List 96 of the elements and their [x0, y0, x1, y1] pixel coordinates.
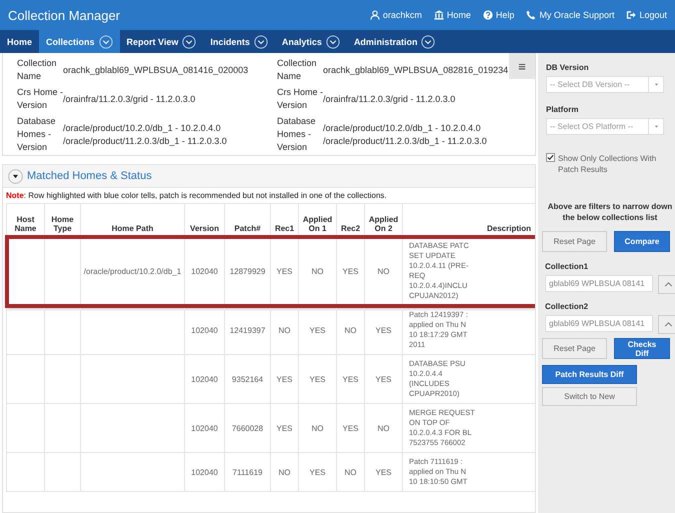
table-cell: YES — [309, 326, 326, 334]
reset-button[interactable]: Reset Page — [542, 231, 607, 252]
nav-tab[interactable]: Report View — [120, 30, 204, 53]
nav-tab[interactable]: Administration — [346, 30, 442, 53]
collection-field[interactable]: gblabl69 WPLBSUA 08141 — [545, 315, 653, 332]
select-field[interactable]: -- Select OS Platform -- — [546, 118, 664, 135]
table-cell: NO — [344, 468, 356, 476]
collection-field[interactable]: gblabl69 WPLBSUA 08141 — [545, 275, 653, 292]
filter-note: Above are filters to narrow down the below collections list — [546, 201, 674, 223]
table-cell: NO — [278, 326, 290, 334]
collapse-toggle-icon[interactable] — [8, 168, 23, 184]
field-label: Collection1 — [545, 262, 590, 271]
field-value: /orainfra/11.2.0.3/grid - 11.2.0.3.0 — [323, 93, 456, 106]
table-cell: 102040 — [191, 424, 218, 432]
action-button[interactable]: Switch to New — [542, 387, 637, 406]
checks-diff-button[interactable]: Checks Diff — [614, 338, 670, 359]
table-cell: 9352164 — [232, 374, 264, 384]
table-cell: YES — [276, 374, 292, 384]
home-icon — [434, 10, 444, 20]
table-cell: NO — [312, 424, 324, 432]
column-header: Version — [184, 204, 224, 236]
checkbox[interactable] — [546, 153, 555, 162]
field-label: Crs Home - Version — [277, 86, 323, 112]
nav-tab[interactable]: Analytics — [274, 30, 347, 53]
header-link[interactable]: Home — [434, 10, 471, 20]
table-cell: 7111619 — [232, 468, 262, 476]
app-title: Collection Manager — [8, 8, 120, 22]
field-label: Collection2 — [545, 302, 590, 311]
table-cell: YES — [342, 424, 358, 432]
field-value: /oracle/product/10.2.0/db_1 - 10.2.0.4.0 — [323, 122, 482, 134]
field-label: Database Homes - Version — [277, 115, 317, 154]
table-cell: YES — [276, 424, 292, 432]
table-cell: NO — [378, 266, 390, 276]
header-link[interactable]: Logout — [626, 10, 667, 20]
phone-icon — [526, 10, 536, 20]
field-value: orachk_gblabl69_WPLBSUA_081416_020003 — [63, 64, 248, 76]
nav-tab[interactable]: Collections — [39, 30, 120, 53]
table-cell: YES — [375, 326, 392, 334]
note-text: Note: Row highlighted with blue color tells, patch is recommended but not installed in one of the collections. — [5, 190, 388, 202]
table-cell: 102040 — [191, 326, 218, 334]
table-cell: YES — [342, 266, 358, 276]
caret-up-icon — [664, 322, 672, 327]
header-link[interactable]: Help — [482, 10, 514, 20]
field-value: /oracle/product/11.2.0.3/db_1 - 11.2.0.3.0 — [323, 134, 487, 148]
field-label: Collection Name — [17, 57, 58, 83]
table-cell: NO — [344, 326, 356, 334]
column-header: Applied On 1 — [298, 204, 336, 236]
column-header: Home Type — [44, 204, 80, 236]
caret-up-icon — [664, 282, 672, 287]
dropdown-arrow-icon — [654, 124, 658, 129]
table-cell: 12419397 — [230, 326, 266, 334]
help-icon — [482, 10, 493, 20]
user-icon — [370, 10, 380, 20]
table-cell: 102040 — [191, 468, 218, 476]
table-cell: 7660028 — [232, 424, 264, 432]
column-header: Home Path — [80, 204, 184, 236]
section-title: Matched Homes & Status — [27, 170, 152, 182]
checkbox-label: Show Only Collections With Patch Results — [558, 153, 658, 175]
field-value: orachk_gblabl69_WPLBSUA_082816_019234 — [323, 64, 508, 76]
field-label: DB Version — [546, 63, 590, 72]
table-cell: NO — [312, 266, 324, 276]
reset-button[interactable]: Reset Page — [542, 338, 607, 359]
nav-tab[interactable]: Home — [0, 30, 40, 53]
nav-tab[interactable]: Incidents — [203, 30, 275, 53]
column-header: Rec2 — [336, 204, 364, 236]
select-field[interactable]: -- Select DB Version -- — [546, 76, 664, 93]
table-cell: /oracle/product/10.2.0/db_1 — [84, 266, 182, 276]
table-cell: NO — [278, 468, 290, 476]
field-value: /oracle/product/10.2.0/db_1 - 10.2.0.4.0 — [63, 122, 222, 134]
table-cell: YES — [276, 266, 292, 276]
table-cell: 102040 — [191, 374, 218, 384]
header-link[interactable]: My Oracle Support — [526, 10, 614, 20]
field-value: /oracle/product/11.2.0.3/db_1 - 11.2.0.3.0 — [63, 134, 227, 148]
field-label: Database Homes - Version — [17, 115, 57, 154]
column-header: Applied On 2 — [364, 204, 402, 236]
table-cell: 12879929 — [230, 266, 266, 276]
dropdown-arrow-icon — [654, 82, 658, 87]
column-header: Patch# — [224, 204, 270, 236]
compare-button[interactable]: Compare — [614, 231, 670, 252]
table-cell: YES — [309, 468, 326, 476]
logout-icon — [626, 10, 636, 20]
field-label: Collection Name — [277, 57, 318, 83]
menu-button[interactable]: ≡ — [509, 53, 535, 79]
field-label: Platform — [546, 105, 580, 114]
table-cell: NO — [378, 424, 390, 432]
table-cell: YES — [375, 374, 392, 384]
table-cell: 102040 — [191, 266, 218, 276]
table-cell: YES — [342, 374, 358, 384]
header-link[interactable]: orachkcm — [370, 10, 422, 20]
table-cell: YES — [309, 374, 326, 384]
column-header: Rec1 — [270, 204, 298, 236]
column-header: Host Name — [6, 204, 44, 236]
field-label: Crs Home - Version — [17, 86, 63, 112]
action-button[interactable]: Patch Results Diff — [542, 365, 637, 384]
field-value: /orainfra/11.2.0.3/grid - 11.2.0.3.0 — [63, 93, 196, 106]
table-cell: YES — [375, 468, 392, 476]
